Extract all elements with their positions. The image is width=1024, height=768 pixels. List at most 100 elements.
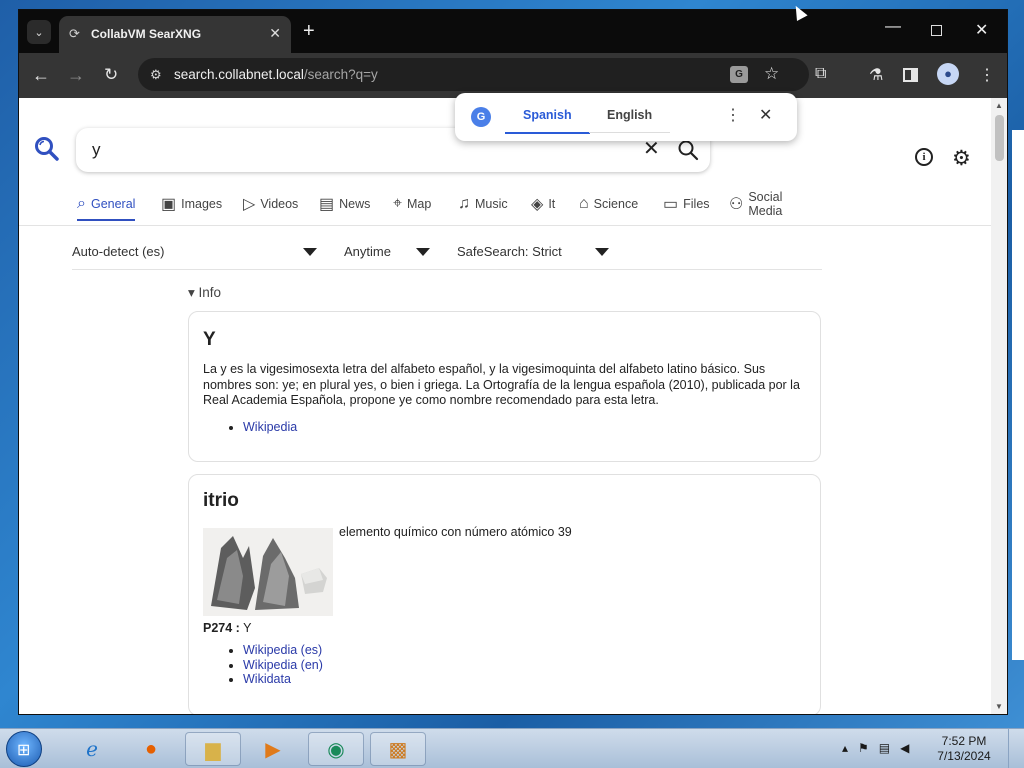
infobox-description: elemento químico con número atómico 39	[339, 525, 572, 539]
time-range-select[interactable]: Anytime	[344, 244, 391, 259]
lang-tab-english[interactable]: English	[588, 108, 671, 133]
background-window-peek	[1012, 130, 1024, 660]
taskbar-clock[interactable]: 7:52 PM 7/13/2024	[934, 734, 994, 764]
page-viewport: ✕ i ⚙ ⌕General ▣Images ▷Videos ▤News ⌖Ma…	[19, 98, 1007, 714]
scroll-down-icon[interactable]: ▼	[995, 702, 1003, 711]
back-button[interactable]: ←	[32, 66, 50, 84]
graduation-cap-icon: ⌂	[579, 195, 589, 212]
settings-gear-icon[interactable]: ⚙	[952, 146, 971, 171]
translate-options-icon[interactable]: ⋮	[725, 105, 741, 125]
layers-icon: ◈	[531, 196, 544, 213]
labs-flask-icon[interactable]: ⚗	[869, 65, 883, 85]
image-icon: ▣	[161, 196, 177, 213]
tab-general[interactable]: ⌕ General	[77, 190, 136, 221]
clock-date: 7/13/2024	[937, 749, 991, 763]
list-item: Wikidata	[243, 672, 323, 687]
file-explorer-icon[interactable]: ▆	[185, 732, 241, 766]
volume-muted-icon[interactable]: ◀	[900, 741, 909, 755]
searxng-favicon-icon: ⟳	[69, 26, 80, 41]
safesearch-caret-icon[interactable]	[595, 248, 609, 256]
file-icon: ▭	[663, 196, 679, 213]
infobox-links: Wikipedia (es) Wikipedia (en) Wikidata	[243, 643, 323, 687]
tab-news[interactable]: ▤ News	[319, 190, 370, 218]
start-button[interactable]: ⊞	[6, 731, 42, 767]
new-tab-button[interactable]: +	[303, 20, 315, 42]
infobox-card: Y La y es la vigesimosexta letra del alf…	[188, 311, 821, 462]
tab-files[interactable]: ▭ Files	[663, 190, 710, 218]
music-note-icon: ♫	[458, 195, 470, 212]
media-player-icon[interactable]: ▶	[245, 732, 301, 766]
infobox-links: Wikipedia	[243, 420, 297, 435]
browser-menu-icon[interactable]: ⋮	[979, 65, 995, 85]
tab-search-button[interactable]: ⌄	[27, 20, 51, 44]
profile-avatar-icon[interactable]: ●	[937, 63, 959, 85]
list-item: Wikipedia	[243, 420, 297, 435]
wikipedia-en-link[interactable]: Wikipedia (en)	[243, 658, 323, 672]
window-close-button[interactable]: ✕	[975, 20, 988, 40]
infobox-property: P274 : Y	[203, 621, 252, 635]
language-select[interactable]: Auto-detect (es)	[72, 244, 165, 259]
show-desktop-button[interactable]	[1008, 729, 1024, 768]
play-icon: ▷	[243, 196, 256, 213]
google-translate-icon: G	[471, 107, 491, 127]
tab-videos[interactable]: ▷ Videos	[243, 190, 298, 218]
translate-close-icon[interactable]: ✕	[759, 105, 772, 125]
windows-logo-icon: ⊞	[17, 742, 31, 759]
tab-music[interactable]: ♫ Music	[458, 190, 508, 218]
lang-tab-spanish[interactable]: Spanish	[505, 108, 590, 134]
tab-social-media[interactable]: ⚇ Social Media	[729, 190, 782, 218]
wikipedia-link[interactable]: Wikipedia	[243, 420, 297, 434]
site-info-icon[interactable]: ⚙	[150, 67, 162, 83]
browser-window: ⌄ ⟳ CollabVM SearXNG ✕ + — ✕ ← → ↻ ⚙ sea…	[18, 9, 1008, 715]
scroll-up-icon[interactable]: ▲	[995, 101, 1003, 110]
maximize-button[interactable]	[931, 25, 942, 36]
tab-science[interactable]: ⌂ Science	[579, 190, 638, 218]
searxng-logo-icon[interactable]	[34, 136, 60, 162]
taskbar: ⊞ ℯ ● ▆ ▶ ◉ ▩ ▴ ⚑ ▤ ◀ 7:52 PM 7/13/2024	[0, 728, 1024, 768]
infobox-title: itrio	[203, 490, 239, 511]
infobox-title: Y	[203, 329, 216, 350]
language-caret-icon[interactable]	[303, 248, 317, 256]
infobox-card: itrio elemento químico con número atómic…	[188, 474, 821, 714]
filter-divider	[72, 269, 822, 270]
tab-it[interactable]: ◈ It	[531, 190, 555, 218]
tab-map[interactable]: ⌖ Map	[393, 190, 431, 218]
translate-popup: G Spanish English ⋮ ✕	[455, 93, 797, 141]
firefox-icon[interactable]: ●	[123, 732, 179, 766]
scroll-thumb[interactable]	[995, 115, 1004, 161]
about-info-icon[interactable]: i	[915, 148, 933, 166]
page-scrollbar[interactable]: ▲ ▼	[991, 98, 1007, 714]
forward-button[interactable]: →	[67, 66, 85, 84]
safesearch-select[interactable]: SafeSearch: Strict	[457, 244, 562, 259]
browser-app-icon[interactable]: ◉	[308, 732, 364, 766]
action-center-flag-icon[interactable]: ⚑	[858, 741, 869, 755]
reload-button[interactable]: ↻	[104, 66, 118, 84]
header-divider	[19, 225, 991, 226]
side-panel-icon[interactable]	[903, 68, 918, 82]
yttrium-metal-image	[203, 528, 333, 616]
internet-explorer-icon[interactable]: ℯ	[64, 732, 120, 766]
search-icon[interactable]	[677, 139, 699, 161]
time-range-caret-icon[interactable]	[416, 248, 430, 256]
search-icon: ⌕	[77, 195, 86, 212]
translate-icon[interactable]: G	[730, 66, 748, 83]
extensions-puzzle-icon[interactable]: ⧉	[815, 65, 826, 83]
wikidata-link[interactable]: Wikidata	[243, 672, 291, 686]
newspaper-icon: ▤	[319, 196, 335, 213]
url-text[interactable]: search.collabnet.local/search?q=y	[174, 67, 378, 82]
network-icon[interactable]: ▤	[879, 741, 890, 755]
minimize-button[interactable]: —	[885, 18, 901, 36]
title-bar: ⌄ ⟳ CollabVM SearXNG ✕ + — ✕	[19, 10, 1007, 53]
bookmark-star-icon[interactable]: ☆	[764, 64, 779, 84]
tab-close-icon[interactable]: ✕	[269, 25, 281, 42]
wikipedia-es-link[interactable]: Wikipedia (es)	[243, 643, 322, 657]
photo-viewer-icon[interactable]: ▩	[370, 732, 426, 766]
info-section-toggle[interactable]: ▾ Info	[188, 285, 221, 301]
show-hidden-icons-icon[interactable]: ▴	[842, 741, 848, 755]
tab-images[interactable]: ▣ Images	[161, 190, 222, 218]
clock-time: 7:52 PM	[941, 734, 987, 748]
browser-tab[interactable]: ⟳ CollabVM SearXNG ✕	[59, 16, 291, 53]
search-input[interactable]	[92, 138, 632, 162]
browser-toolbar: ← → ↻ ⚙ search.collabnet.local/search?q=…	[19, 53, 1007, 98]
address-bar[interactable]: ⚙ search.collabnet.local/search?q=y G ☆	[138, 58, 809, 91]
